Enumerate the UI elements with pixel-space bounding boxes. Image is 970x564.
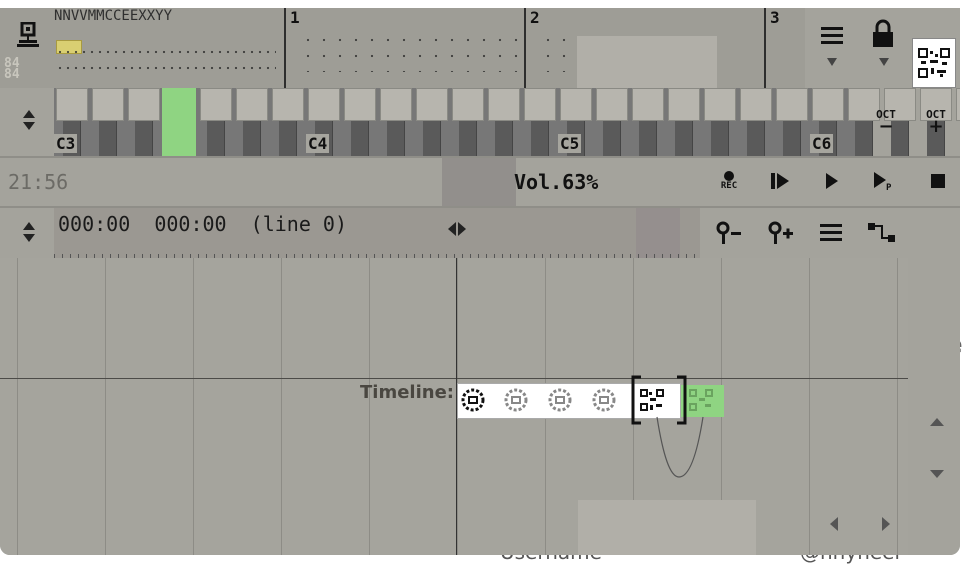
scroll-right-icon[interactable] [874, 512, 898, 536]
octave-label-c3: C3 [54, 134, 78, 153]
piano-key-top[interactable] [236, 88, 268, 121]
scroll-left-icon[interactable] [822, 512, 846, 536]
timeline-label: Timeline: [360, 382, 454, 403]
pattern-column-2: 2 [530, 8, 540, 27]
piano-keyboard[interactable]: C3 C4 C5 C6 [54, 88, 960, 156]
qr-code-button[interactable] [912, 38, 956, 88]
piano-key-top[interactable] [668, 88, 700, 121]
lock-icon[interactable] [866, 16, 900, 52]
octave-down-button[interactable]: OCT − [866, 100, 906, 140]
piano-key-top[interactable] [92, 88, 124, 121]
dot-grid [56, 48, 276, 56]
piano-key-top[interactable] [740, 88, 772, 121]
pattern-column-divider [764, 8, 766, 88]
octave-up-button[interactable]: OCT + [916, 100, 956, 140]
svg-text:P: P [886, 183, 892, 191]
module-icon[interactable] [503, 388, 529, 412]
scroll-down-icon[interactable] [922, 462, 952, 486]
module-icon[interactable] [460, 388, 486, 412]
track-header-label: NNVVMMCCEEXXYY [54, 8, 173, 24]
piano-key-top[interactable] [956, 88, 960, 121]
piano-key-top[interactable] [128, 88, 160, 121]
pattern-column-divider [524, 8, 526, 88]
piano-key-top[interactable] [488, 88, 520, 121]
module-icon[interactable] [591, 388, 617, 412]
pattern-highlight [577, 36, 717, 88]
piano-key-top[interactable] [200, 88, 232, 121]
piano-key-top[interactable] [344, 88, 376, 121]
center-horizontal-line [0, 378, 908, 379]
piano-key-top[interactable] [272, 88, 304, 121]
updown-arrows-icon[interactable] [18, 106, 40, 134]
play-pattern-button[interactable]: P [870, 168, 898, 194]
hamburger-menu-icon[interactable] [815, 20, 849, 52]
piano-key-top[interactable] [596, 88, 628, 121]
waveform-curve [656, 416, 704, 478]
pattern-area[interactable]: NNVVMMCCEEXXYY 84 84 1 2 3 [0, 8, 805, 88]
playhead-handle-icon[interactable] [444, 218, 470, 240]
octave-label-c5: C5 [558, 134, 582, 153]
dot-grid [56, 64, 276, 72]
plus-icon: + [928, 115, 944, 137]
sunvox-logo-icon[interactable] [10, 20, 46, 50]
updown-arrows-icon[interactable] [18, 218, 40, 246]
piano-key-top[interactable] [524, 88, 556, 121]
piano-key-top[interactable] [308, 88, 340, 121]
volume-slider[interactable] [442, 158, 516, 206]
dot-grid [540, 32, 570, 72]
zoom-in-icon[interactable] [764, 218, 798, 248]
piano-key-top[interactable] [632, 88, 664, 121]
module-output-icon[interactable] [688, 388, 714, 412]
scroll-thumb-horizontal[interactable] [578, 500, 756, 555]
octave-label-c6: C6 [810, 134, 834, 153]
record-button[interactable]: REC [714, 166, 744, 196]
stop-button[interactable] [924, 168, 952, 194]
play-button[interactable] [818, 168, 846, 194]
timeline-menu-icon[interactable] [816, 220, 846, 246]
status-bar: 21:56 Vol.63% [0, 156, 960, 206]
side-label: 84 84 [4, 56, 20, 82]
piano-key-top[interactable] [704, 88, 736, 121]
piano-key-top[interactable] [416, 88, 448, 121]
pattern-column-divider [284, 8, 286, 88]
rec-label: REC [720, 181, 738, 191]
pattern-column-3: 3 [770, 8, 780, 27]
scroll-up-icon[interactable] [922, 410, 952, 434]
dot-grid [56, 32, 276, 34]
piano-key-top[interactable] [380, 88, 412, 121]
piano-key-pressed[interactable] [162, 88, 196, 156]
qr-code-icon [918, 48, 950, 78]
position-readout: 000:00 000:00 (line 0) [58, 212, 347, 236]
module-icon[interactable] [547, 388, 573, 412]
time-display: 21:56 [8, 170, 69, 194]
dot-grid [300, 32, 520, 72]
right-scroll-panel [908, 258, 960, 555]
connect-modules-icon[interactable] [864, 220, 900, 246]
top-strip [0, 0, 960, 8]
sunvox-window: NNVVMMCCEEXXYY 84 84 1 2 3 C3 C4 C5 C6 O… [0, 0, 960, 555]
minus-icon: − [878, 115, 894, 137]
arrow-down-left-icon [822, 55, 842, 69]
piano-key-top[interactable] [812, 88, 844, 121]
piano-key-top[interactable] [560, 88, 592, 121]
play-from-start-button[interactable] [766, 168, 794, 194]
module-view-grid[interactable] [0, 258, 908, 555]
arrow-down-right-icon [874, 55, 894, 69]
pattern-column-1: 1 [290, 8, 300, 27]
piano-key-top[interactable] [56, 88, 88, 121]
octave-label-c4: C4 [306, 134, 330, 153]
piano-key-top[interactable] [452, 88, 484, 121]
zoom-out-icon[interactable] [712, 218, 746, 248]
piano-key-top[interactable] [776, 88, 808, 121]
volume-label[interactable]: Vol.63% [514, 170, 598, 194]
